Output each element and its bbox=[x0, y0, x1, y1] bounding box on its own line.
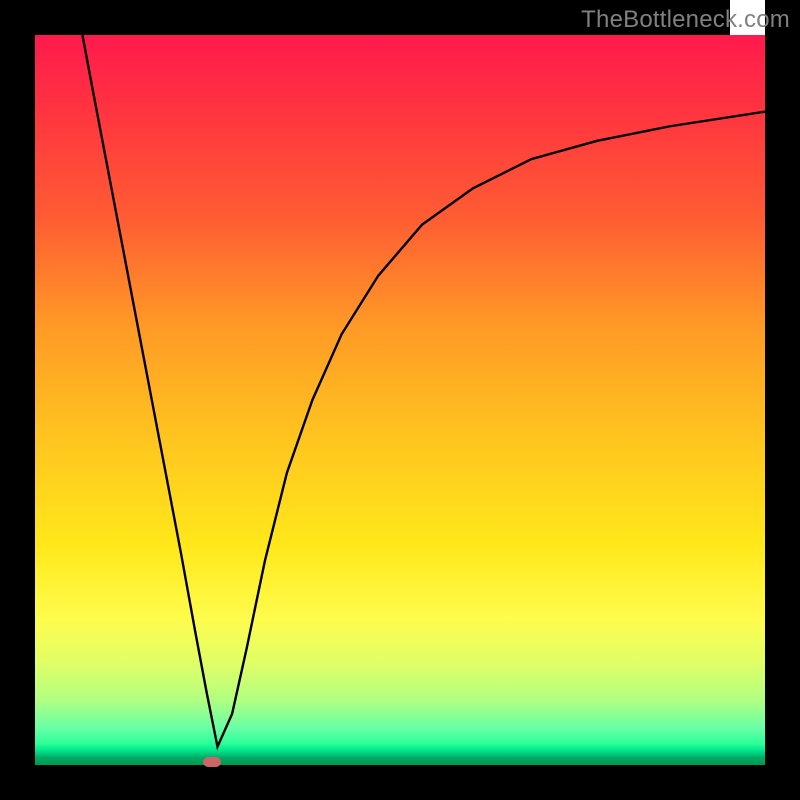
watermark-text: TheBottleneck.com bbox=[581, 6, 790, 34]
chart-marker bbox=[203, 757, 221, 767]
chart-frame: TheBottleneck.com bbox=[0, 0, 800, 800]
chart-curve bbox=[35, 35, 765, 765]
chart-plot-area bbox=[35, 35, 765, 765]
